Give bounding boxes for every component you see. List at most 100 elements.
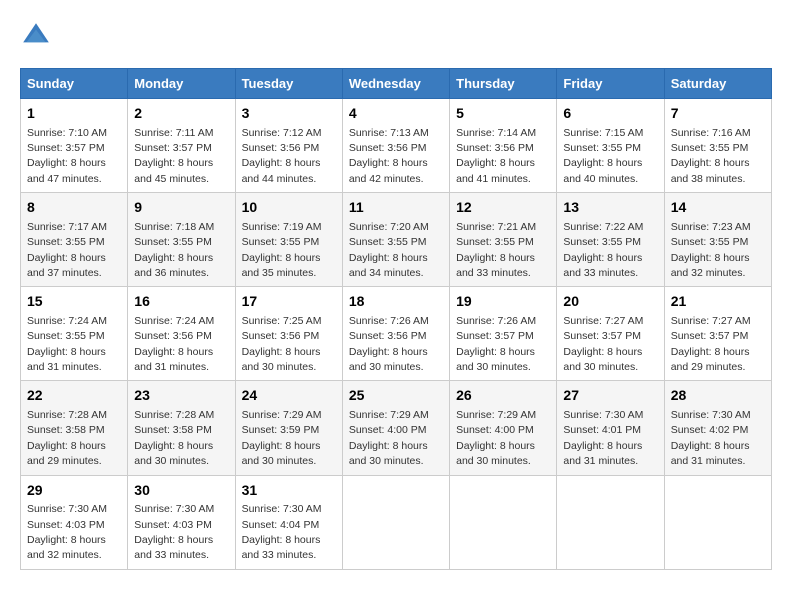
daylight: Daylight: 8 hours and 45 minutes. [134, 157, 213, 184]
calendar-cell: 20Sunrise: 7:27 AMSunset: 3:57 PMDayligh… [557, 287, 664, 381]
sunrise: Sunrise: 7:28 AM [134, 409, 214, 421]
day-number: 27 [563, 386, 657, 406]
sunrise: Sunrise: 7:18 AM [134, 221, 214, 233]
daylight: Daylight: 8 hours and 32 minutes. [671, 252, 750, 279]
calendar-cell: 7Sunrise: 7:16 AMSunset: 3:55 PMDaylight… [664, 99, 771, 193]
day-number: 12 [456, 198, 550, 218]
sunset: Sunset: 4:02 PM [671, 424, 749, 436]
sunset: Sunset: 3:56 PM [134, 330, 212, 342]
daylight: Daylight: 8 hours and 33 minutes. [456, 252, 535, 279]
calendar-header: SundayMondayTuesdayWednesdayThursdayFrid… [21, 69, 772, 99]
day-number: 13 [563, 198, 657, 218]
daylight: Daylight: 8 hours and 29 minutes. [671, 346, 750, 373]
day-number: 19 [456, 292, 550, 312]
day-number: 15 [27, 292, 121, 312]
sunrise: Sunrise: 7:30 AM [134, 503, 214, 515]
calendar-week-1: 1 Sunrise: 7:10 AM Sunset: 3:57 PM Daylight… [21, 99, 772, 193]
daylight: Daylight: 8 hours and 37 minutes. [27, 252, 106, 279]
sunset: Sunset: 3:55 PM [671, 142, 749, 154]
day-number: 3 [242, 104, 336, 124]
day-number: 26 [456, 386, 550, 406]
daylight: Daylight: 8 hours and 34 minutes. [349, 252, 428, 279]
day-number: 31 [242, 481, 336, 501]
calendar-cell: 12Sunrise: 7:21 AMSunset: 3:55 PMDayligh… [450, 193, 557, 287]
sunset: Sunset: 3:57 PM [563, 330, 641, 342]
sunrise: Sunrise: 7:10 AM [27, 127, 107, 139]
sunrise: Sunrise: 7:30 AM [671, 409, 751, 421]
day-header-sunday: Sunday [21, 69, 128, 99]
sunset: Sunset: 3:59 PM [242, 424, 320, 436]
page-header [20, 20, 772, 52]
sunset: Sunset: 4:04 PM [242, 519, 320, 531]
day-number: 14 [671, 198, 765, 218]
calendar-week-4: 22Sunrise: 7:28 AMSunset: 3:58 PMDayligh… [21, 381, 772, 475]
day-number: 10 [242, 198, 336, 218]
calendar-cell: 31Sunrise: 7:30 AMSunset: 4:04 PMDayligh… [235, 475, 342, 569]
sunset: Sunset: 3:55 PM [456, 236, 534, 248]
calendar-body: 1 Sunrise: 7:10 AM Sunset: 3:57 PM Daylight… [21, 99, 772, 570]
daylight: Daylight: 8 hours and 31 minutes. [27, 346, 106, 373]
calendar-cell: 14Sunrise: 7:23 AMSunset: 3:55 PMDayligh… [664, 193, 771, 287]
day-header-tuesday: Tuesday [235, 69, 342, 99]
sunrise: Sunrise: 7:24 AM [27, 315, 107, 327]
daylight: Daylight: 8 hours and 33 minutes. [242, 534, 321, 561]
calendar-cell [342, 475, 449, 569]
sunset: Sunset: 3:57 PM [134, 142, 212, 154]
calendar-cell: 29Sunrise: 7:30 AMSunset: 4:03 PMDayligh… [21, 475, 128, 569]
sunrise: Sunrise: 7:25 AM [242, 315, 322, 327]
day-header-thursday: Thursday [450, 69, 557, 99]
sunrise: Sunrise: 7:15 AM [563, 127, 643, 139]
sunrise: Sunrise: 7:29 AM [349, 409, 429, 421]
sunset: Sunset: 3:56 PM [349, 330, 427, 342]
calendar-week-3: 15 Sunrise: 7:24 AM Sunset: 3:55 PM Dayligh… [21, 287, 772, 381]
daylight: Daylight: 8 hours and 40 minutes. [563, 157, 642, 184]
calendar-cell: 28 Sunrise: 7:30 AM Sunset: 4:02 PM Dayligh… [664, 381, 771, 475]
daylight: Daylight: 8 hours and 32 minutes. [27, 534, 106, 561]
sunset: Sunset: 3:55 PM [242, 236, 320, 248]
calendar-cell: 9Sunrise: 7:18 AMSunset: 3:55 PMDaylight… [128, 193, 235, 287]
day-header-monday: Monday [128, 69, 235, 99]
day-number: 23 [134, 386, 228, 406]
calendar-cell: 5Sunrise: 7:14 AMSunset: 3:56 PMDaylight… [450, 99, 557, 193]
day-number: 4 [349, 104, 443, 124]
sunset: Sunset: 4:00 PM [456, 424, 534, 436]
day-number: 7 [671, 104, 765, 124]
day-number: 5 [456, 104, 550, 124]
calendar-cell [664, 475, 771, 569]
daylight: Daylight: 8 hours and 33 minutes. [134, 534, 213, 561]
sunrise: Sunrise: 7:13 AM [349, 127, 429, 139]
sunset: Sunset: 3:55 PM [349, 236, 427, 248]
day-number: 28 [671, 386, 765, 406]
day-number: 29 [27, 481, 121, 501]
calendar-cell: 23Sunrise: 7:28 AMSunset: 3:58 PMDayligh… [128, 381, 235, 475]
day-number: 21 [671, 292, 765, 312]
calendar-cell: 27Sunrise: 7:30 AMSunset: 4:01 PMDayligh… [557, 381, 664, 475]
sunrise: Sunrise: 7:24 AM [134, 315, 214, 327]
sunrise: Sunrise: 7:28 AM [27, 409, 107, 421]
sunset: Sunset: 3:58 PM [27, 424, 105, 436]
sunset: Sunset: 3:55 PM [27, 330, 105, 342]
sunset: Sunset: 3:56 PM [349, 142, 427, 154]
calendar-cell: 6Sunrise: 7:15 AMSunset: 3:55 PMDaylight… [557, 99, 664, 193]
calendar-cell: 21 Sunrise: 7:27 AM Sunset: 3:57 PM Dayligh… [664, 287, 771, 381]
day-number: 1 [27, 104, 121, 124]
sunrise: Sunrise: 7:12 AM [242, 127, 322, 139]
sunset: Sunset: 3:57 PM [456, 330, 534, 342]
calendar-cell [557, 475, 664, 569]
daylight: Daylight: 8 hours and 36 minutes. [134, 252, 213, 279]
day-number: 16 [134, 292, 228, 312]
sunrise: Sunrise: 7:22 AM [563, 221, 643, 233]
daylight: Daylight: 8 hours and 30 minutes. [456, 346, 535, 373]
daylight: Daylight: 8 hours and 35 minutes. [242, 252, 321, 279]
sunset: Sunset: 3:57 PM [671, 330, 749, 342]
sunrise: Sunrise: 7:27 AM [563, 315, 643, 327]
sunrise: Sunrise: 7:27 AM [671, 315, 751, 327]
daylight: Daylight: 8 hours and 31 minutes. [671, 440, 750, 467]
logo [20, 20, 56, 52]
calendar-week-5: 29Sunrise: 7:30 AMSunset: 4:03 PMDayligh… [21, 475, 772, 569]
daylight: Daylight: 8 hours and 42 minutes. [349, 157, 428, 184]
calendar-cell: 8Sunrise: 7:17 AMSunset: 3:55 PMDaylight… [21, 193, 128, 287]
sunrise: Sunrise: 7:26 AM [456, 315, 536, 327]
calendar-cell: 25Sunrise: 7:29 AMSunset: 4:00 PMDayligh… [342, 381, 449, 475]
day-number: 2 [134, 104, 228, 124]
